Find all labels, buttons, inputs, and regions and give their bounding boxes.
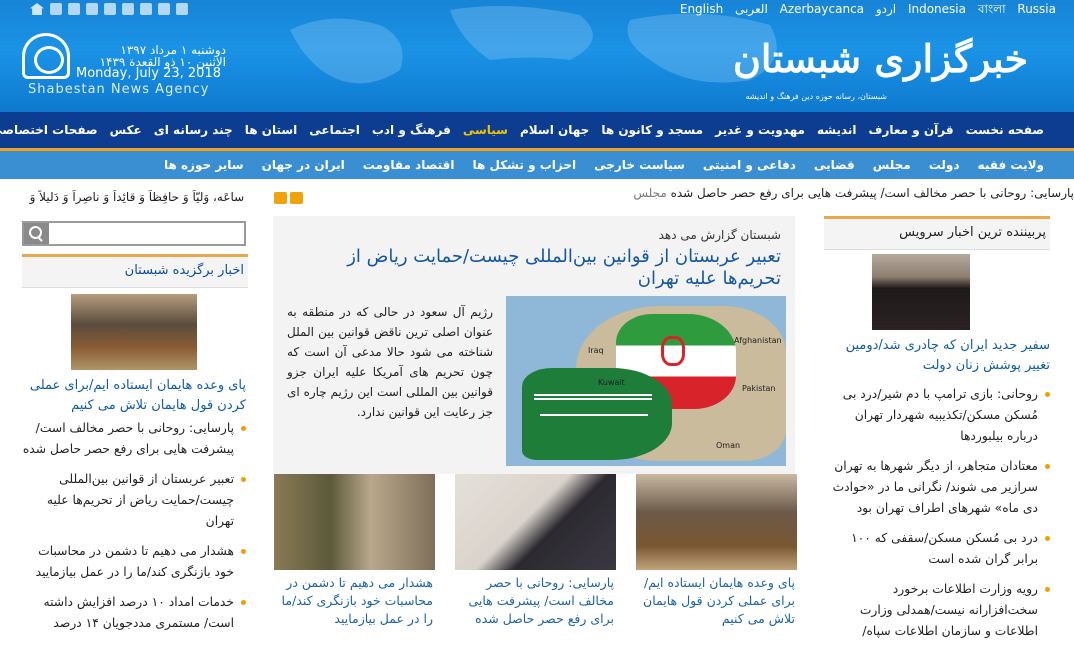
nav-item-social[interactable]: اجتماعی [309,123,360,137]
primary-nav: صفحه نخست قرآن و معارف اندیشه مهدویت و غ… [0,112,1074,148]
nav-item-quran[interactable]: قرآن و معارف [869,123,954,137]
instagram-icon[interactable] [104,3,116,15]
nav-item-political-active[interactable]: سیاسی [463,123,508,137]
subnav-item[interactable]: سیاست خارجی [594,158,685,172]
breaking-headline[interactable]: پارسایی: روحانی با حصر مخالف است/ پیشرفت… [671,186,1074,200]
date-display: دوشنبه ۱ مرداد ۱۳۹۷ الاثنین ۱۰ ذو القعدة… [76,44,226,80]
nav-item-thought[interactable]: اندیشه [817,123,857,137]
top-icon-bar [30,3,188,15]
agency-name-en: Shabestan News Agency [28,82,210,97]
breaking-news-bar: پارسایی: روحانی با حصر مخالف است/ پیشرفت… [270,186,1074,206]
list-item[interactable]: درد بی مُسکن مسکن/سقفی که ۱۰۰ برابر گران… [824,528,1050,570]
lang-link[interactable]: اردو [876,2,896,16]
section-title-most-viewed[interactable]: پربیننده ترین اخبار سرویس [824,216,1050,250]
card-headline[interactable]: پای وعده هایمان ایستاده ایم/برای عملی کر… [636,570,797,628]
list-item[interactable]: هشدار می دهیم تا دشمن در محاسبات خود باز… [22,541,246,583]
subnav-item[interactable]: احزاب و تشکل ها [472,158,576,172]
nav-item-home[interactable]: صفحه نخست [966,123,1044,137]
left-news-list: پارسایی: روحانی با حصر مخالف است/ پیشرفت… [22,418,246,643]
map-label: Pakistan [742,384,776,393]
section-title-featured[interactable]: اخبار برگزیده شبستان [22,254,248,288]
lang-link[interactable]: Azerbaycanca [780,2,864,16]
card-photo-meeting[interactable] [636,474,797,570]
prev-arrow-icon[interactable] [274,192,287,204]
subnav-item[interactable]: ایران در جهان [262,158,345,172]
home-icon[interactable] [30,3,44,15]
featured-summary: رژیم آل سعود در حالی که در منطقه به عنوا… [287,305,493,419]
mobile-icon[interactable] [158,3,170,15]
subnav-item[interactable]: دولت [929,158,960,172]
card-photo-commander[interactable] [274,474,435,570]
subnav-item[interactable]: ولایت فقیه [978,158,1044,172]
list-item[interactable]: رویه وزارت اطلاعات برخورد سخت‌افزارانه ن… [824,579,1050,645]
ambassador-photo[interactable] [872,254,970,330]
date-gregorian: Monday, July 23, 2018 [76,66,221,81]
map-label: Oman [716,441,741,450]
nav-item-mosque[interactable]: مسجد و کانون ها [601,123,703,137]
right-news-list: روحانی: بازی ترامپ با دم شیر/درد بی مُسک… [824,384,1050,645]
left-lead-headline[interactable]: پای وعده هایمان ایستاده ایم/برای عملی کر… [22,376,246,416]
google-plus-icon[interactable] [68,3,80,15]
lang-link[interactable]: Russia [1017,2,1056,16]
card-photo-official[interactable] [455,474,616,570]
subnav-item[interactable]: دفاعی و امنیتی [703,158,796,172]
facebook-icon[interactable] [86,3,98,15]
rss-icon[interactable] [50,3,62,15]
search-box[interactable] [22,221,246,246]
lang-link[interactable]: English [680,2,723,16]
list-item[interactable]: روحانی: بازی ترامپ با دم شیر/درد بی مُسک… [824,384,1050,447]
map-label: Iraq [588,346,604,355]
search-icon[interactable] [24,223,49,244]
nav-item-mahdism[interactable]: مهدویت و غدیر [715,123,805,137]
lang-link[interactable]: Indonesia [908,2,966,16]
list-item[interactable]: پارسایی: روحانی با حصر مخالف است/ پیشرفت… [22,418,246,460]
twitter-icon[interactable] [140,3,152,15]
brand-logo-text[interactable]: خبرگزاری شبستان [733,36,1028,81]
right-lead-headline[interactable]: سفیر جدید ایران که چادری شد/دومین تغییر … [824,336,1050,376]
next-arrow-icon[interactable] [290,192,303,204]
news-card[interactable]: پارسایی: روحانی با حصر مخالف است/ پیشرفت… [455,474,616,628]
list-item[interactable]: معتادان متجاهر، از دیگر شهرها به تهران س… [824,456,1050,519]
telegram-icon[interactable] [122,3,134,15]
language-switcher: English العربی Azerbaycanca اردو Indones… [672,1,1056,21]
nav-item-culture[interactable]: فرهنگ و ادب [372,123,451,137]
lang-link[interactable]: العربی [735,2,768,16]
subnav-item[interactable]: مجلس [873,158,911,172]
lang-link[interactable]: বাংলা [978,2,1006,16]
subnav-item[interactable]: سایر حوزه ها [164,158,244,172]
site-header: English العربی Azerbaycanca اردو Indones… [0,0,1074,112]
nav-item-special-pages[interactable]: صفحات اختصاصی [0,123,98,137]
news-card[interactable]: هشدار می دهیم تا دشمن در محاسبات خود باز… [274,474,435,628]
saudi-flag-script [534,394,652,400]
news-card[interactable]: پای وعده هایمان ایستاده ایم/برای عملی کر… [636,474,797,628]
iran-emblem-icon [661,336,685,366]
list-item[interactable]: تعبیر عربستان از قوانین بین‌المللی چیست/… [22,469,246,532]
subnav-item[interactable]: اقتصاد مقاومت [363,158,455,172]
nav-item-provinces[interactable]: استان ها [245,123,298,137]
card-headline[interactable]: پارسایی: روحانی با حصر مخالف است/ پیشرفت… [455,570,616,628]
breaking-label: مجلس [633,186,667,200]
shabestan-logo-icon[interactable] [22,33,70,79]
brand-tagline: شبستان، رسانه حوزه دین فرهنگ و اندیشه [745,92,887,101]
android-icon[interactable] [176,3,188,15]
subnav-item[interactable]: قضایی [814,158,855,172]
map-label: Kuwait [598,378,625,387]
iran-saudi-map-image[interactable]: Iraq Afghanistan Pakistan Oman Kuwait [506,296,786,466]
map-label: Afghanistan [734,336,782,345]
nav-item-photo[interactable]: عکس [110,123,142,137]
secondary-nav: ولایت فقیه دولت مجلس قضایی دفاعی و امنیت… [0,151,1074,179]
nav-item-multimedia[interactable]: چند رسانه ای [154,123,233,137]
featured-headline[interactable]: تعبیر عربستان از قوانین بین‌المللی چیست/… [301,246,781,290]
featured-story: شبستان گزارش می دهد تعبیر عربستان از قوا… [273,216,795,474]
story-kicker: شبستان گزارش می دهد [658,228,781,242]
nav-item-islamic-world[interactable]: جهان اسلام [520,123,589,137]
meeting-photo[interactable] [71,294,197,370]
breaking-controls [274,192,303,204]
saudi-sword-icon [540,414,648,416]
card-headline[interactable]: هشدار می دهیم تا دشمن در محاسبات خود باز… [274,570,435,628]
list-item[interactable]: خدمات امداد ۱۰ درصد افزایش داشته است/ مس… [22,592,246,634]
prayer-ticker: ٌ ساعَه، وَلیّاً وَ حافِظاً وَ قائِداً و… [29,190,248,204]
